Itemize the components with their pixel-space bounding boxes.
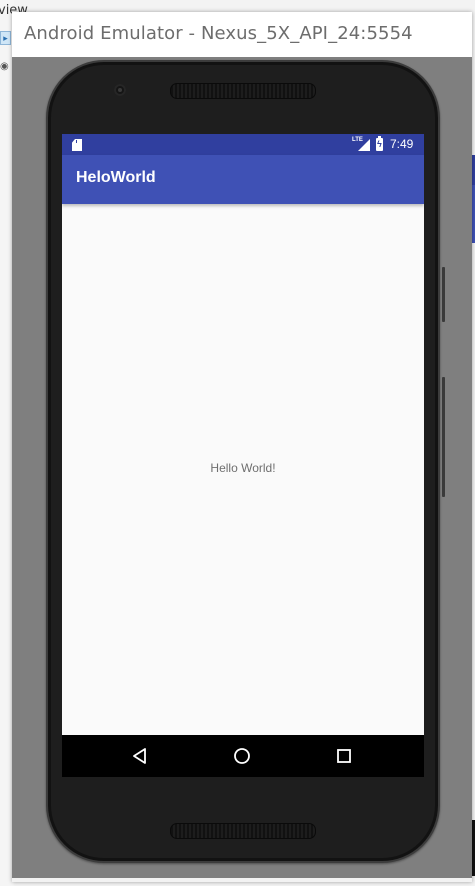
back-icon[interactable] (130, 746, 150, 766)
volume-button[interactable] (442, 377, 445, 497)
hello-world-text: Hello World! (210, 461, 276, 475)
navigation-bar (62, 735, 424, 777)
earpiece-speaker (170, 83, 316, 99)
app-toolbar: HeloWorld (62, 155, 424, 204)
status-bar[interactable]: LTE ϟ 7:49 (62, 134, 424, 155)
home-icon[interactable] (232, 746, 252, 766)
camera-lens (118, 88, 122, 92)
emulator-window-title: Android Emulator - Nexus_5X_API_24:5554 (24, 23, 413, 44)
front-camera (114, 84, 126, 96)
emulator-titlebar[interactable]: Android Emulator - Nexus_5X_API_24:5554 (12, 12, 472, 57)
bottom-speaker (170, 823, 316, 839)
app-title: HeloWorld (76, 169, 156, 186)
emulator-bottom-edge (12, 878, 472, 882)
status-clock: 7:49 (390, 137, 414, 151)
power-button[interactable] (442, 267, 445, 322)
phone-screen[interactable]: LTE ϟ 7:49 HeloWorld Hello World! (62, 134, 424, 777)
sd-card-notch (76, 140, 77, 143)
emulator-window: Android Emulator - Nexus_5X_API_24:5554 … (12, 12, 472, 882)
recents-icon[interactable] (334, 746, 354, 766)
lte-label: LTE (352, 137, 363, 143)
sd-card-icon (72, 139, 82, 151)
ide-toolbar-icon[interactable]: ▸ (0, 31, 11, 45)
eye-icon[interactable]: ◉ (0, 62, 10, 72)
desktop: view ▸ ◉ Android Emulator - Nexus_5X_API… (0, 0, 475, 886)
charging-bolt-icon: ϟ (377, 139, 382, 149)
